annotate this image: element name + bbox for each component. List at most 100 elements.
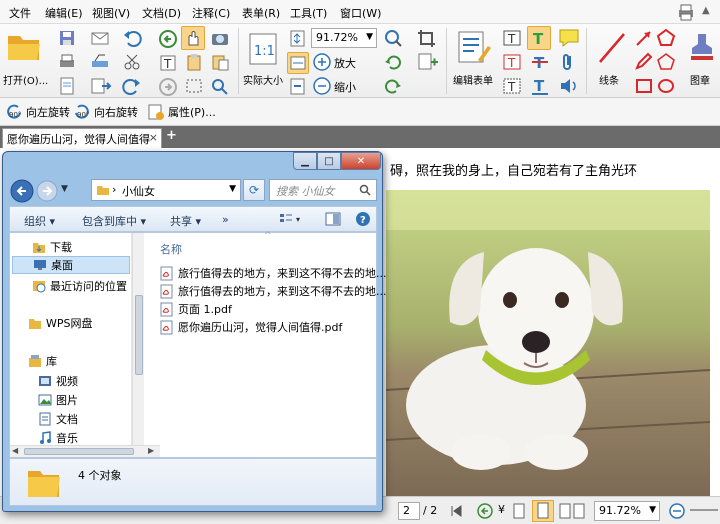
export-icon[interactable] xyxy=(90,77,112,95)
pentagon-icon[interactable] xyxy=(656,52,676,72)
highlight-text-button[interactable]: T xyxy=(527,26,551,50)
zoom-slider[interactable] xyxy=(690,509,718,511)
add-tab-icon[interactable]: + xyxy=(166,128,177,143)
rotate-view-icon[interactable] xyxy=(383,52,405,72)
note-icon[interactable] xyxy=(558,28,580,48)
stamp-button[interactable]: 图章 xyxy=(684,26,720,92)
rectangle-icon[interactable] xyxy=(634,76,654,96)
save-icon[interactable] xyxy=(58,29,76,47)
horizontal-scrollbar-thumb[interactable] xyxy=(24,448,134,455)
file-item[interactable]: 旅行值得去的地方，来到这不得不去的地... xyxy=(160,283,387,299)
arrow-icon[interactable] xyxy=(634,28,654,48)
menu-tools[interactable]: 工具(T) xyxy=(290,5,327,21)
menu-view[interactable]: 视图(V) xyxy=(92,5,130,21)
attachment-icon[interactable] xyxy=(558,52,580,72)
zoom-out-label[interactable]: 缩小 xyxy=(334,79,356,95)
paste-icon[interactable] xyxy=(210,53,230,71)
file-item[interactable]: 愿你遍历山河，觉得人间值得.pdf xyxy=(160,319,342,335)
preview-pane-icon[interactable] xyxy=(324,211,342,227)
horizontal-scrollbar[interactable]: ◀ ▶ xyxy=(10,445,160,457)
pencil-icon[interactable] xyxy=(634,52,654,72)
polygon-icon[interactable] xyxy=(656,28,676,48)
back-icon[interactable] xyxy=(158,29,178,49)
print-icon[interactable] xyxy=(676,3,696,21)
nav-item-libraries[interactable]: 库 xyxy=(28,353,57,369)
chevron-down-icon[interactable]: ▼ xyxy=(229,184,236,194)
search-input[interactable]: 搜索 小仙女 xyxy=(269,179,377,201)
scroll-right-icon[interactable]: ▶ xyxy=(148,446,154,455)
rotate-right-button[interactable]: 90° 向右旋转 xyxy=(72,103,138,121)
zoom-out-icon[interactable] xyxy=(668,502,686,520)
column-header-name[interactable]: 名称 xyxy=(160,241,182,257)
edit-form-button[interactable]: 编辑表单 xyxy=(450,26,498,92)
zoom-in-icon[interactable] xyxy=(312,52,332,72)
redo-icon[interactable] xyxy=(122,77,144,95)
cut-icon[interactable] xyxy=(122,53,144,71)
text-field-icon[interactable]: T xyxy=(502,28,522,48)
continuous-page-button[interactable] xyxy=(532,500,554,522)
nav-item-wps-drive[interactable]: WPS网盘 xyxy=(28,315,93,331)
menu-edit[interactable]: 编辑(E) xyxy=(45,5,83,21)
maximize-button[interactable]: □ xyxy=(317,152,341,170)
status-zoom-select[interactable]: 91.72% ▼ xyxy=(594,501,660,521)
rotate-left-button[interactable]: 90° 向左旋转 xyxy=(4,103,70,121)
menu-window[interactable]: 窗口(W) xyxy=(340,5,381,21)
undo-icon[interactable] xyxy=(122,29,144,47)
menu-document[interactable]: 文档(D) xyxy=(142,5,181,21)
find-icon[interactable] xyxy=(210,77,230,95)
page-number-input[interactable]: 2 xyxy=(398,502,420,520)
previous-page-icon[interactable] xyxy=(476,502,494,520)
first-page-icon[interactable] xyxy=(447,502,465,520)
single-page-icon[interactable] xyxy=(510,502,528,520)
organize-menu[interactable]: 组织 ▾ xyxy=(24,213,55,229)
menu-file[interactable]: 文件 xyxy=(9,5,31,21)
underline-icon[interactable]: T xyxy=(530,76,550,96)
nav-item-downloads[interactable]: 下载 xyxy=(32,239,72,255)
ellipse-icon[interactable] xyxy=(656,76,676,96)
crop-icon[interactable] xyxy=(416,28,440,48)
scan-icon[interactable] xyxy=(90,53,112,71)
strikeout-icon[interactable]: T xyxy=(530,52,550,72)
history-dropdown-icon[interactable]: ▼ xyxy=(61,184,68,194)
fit-page-icon[interactable] xyxy=(288,29,308,47)
nav-item-recent[interactable]: 最近访问的位置 xyxy=(32,278,127,294)
include-in-library-menu[interactable]: 包含到库中 ▾ xyxy=(82,213,146,229)
next-page-icon[interactable]: ¥ xyxy=(498,503,505,516)
zoom-tool-icon[interactable] xyxy=(383,28,405,48)
share-menu[interactable]: 共享 ▾ xyxy=(170,213,201,229)
rotate-back-icon[interactable] xyxy=(383,76,405,96)
snapshot-icon[interactable] xyxy=(210,29,230,47)
close-button[interactable]: ✕ xyxy=(341,152,381,170)
refresh-icon[interactable]: ⟳ xyxy=(243,179,265,201)
address-bar[interactable]: › 小仙女 ▼ xyxy=(91,179,241,201)
text-box-icon[interactable]: T xyxy=(502,52,522,72)
nav-item-desktop[interactable]: 桌面 xyxy=(12,256,130,274)
nav-item-documents[interactable]: 文档 xyxy=(38,411,78,427)
document-tab[interactable]: 愿你遍历山河，觉得人间值得 × xyxy=(2,128,162,148)
sound-icon[interactable] xyxy=(558,76,580,96)
fit-width-button[interactable] xyxy=(287,52,309,74)
more-commands[interactable]: » xyxy=(222,213,229,226)
close-tab-icon[interactable]: × xyxy=(149,131,158,144)
typewriter-icon[interactable]: T xyxy=(502,76,522,96)
view-options-icon[interactable]: ▾ xyxy=(278,212,306,226)
facing-pages-icon[interactable] xyxy=(558,502,592,520)
file-item[interactable]: 页面 1.pdf xyxy=(160,301,232,317)
menu-comment[interactable]: 注释(C) xyxy=(192,5,230,21)
nav-item-pictures[interactable]: 图片 xyxy=(38,392,78,408)
file-item[interactable]: 旅行值得去的地方，来到这不得不去的地... xyxy=(160,265,387,281)
open-button[interactable]: 打开(O)... xyxy=(2,26,48,92)
print-icon[interactable] xyxy=(58,53,76,71)
scroll-left-icon[interactable]: ◀ xyxy=(12,446,18,455)
clipboard-icon[interactable] xyxy=(184,53,204,71)
select-text-icon[interactable]: T xyxy=(158,53,178,73)
zoom-in-label[interactable]: 放大 xyxy=(334,55,356,71)
menu-form[interactable]: 表单(R) xyxy=(242,5,280,21)
nav-scrollbar-thumb[interactable] xyxy=(135,295,143,375)
new-doc-icon[interactable] xyxy=(58,77,76,95)
nav-scrollbar[interactable] xyxy=(132,233,144,457)
hand-tool-button[interactable] xyxy=(181,26,205,50)
forward-icon[interactable] xyxy=(158,77,178,97)
zoom-out-icon[interactable] xyxy=(312,76,332,96)
email-icon[interactable] xyxy=(90,29,112,47)
